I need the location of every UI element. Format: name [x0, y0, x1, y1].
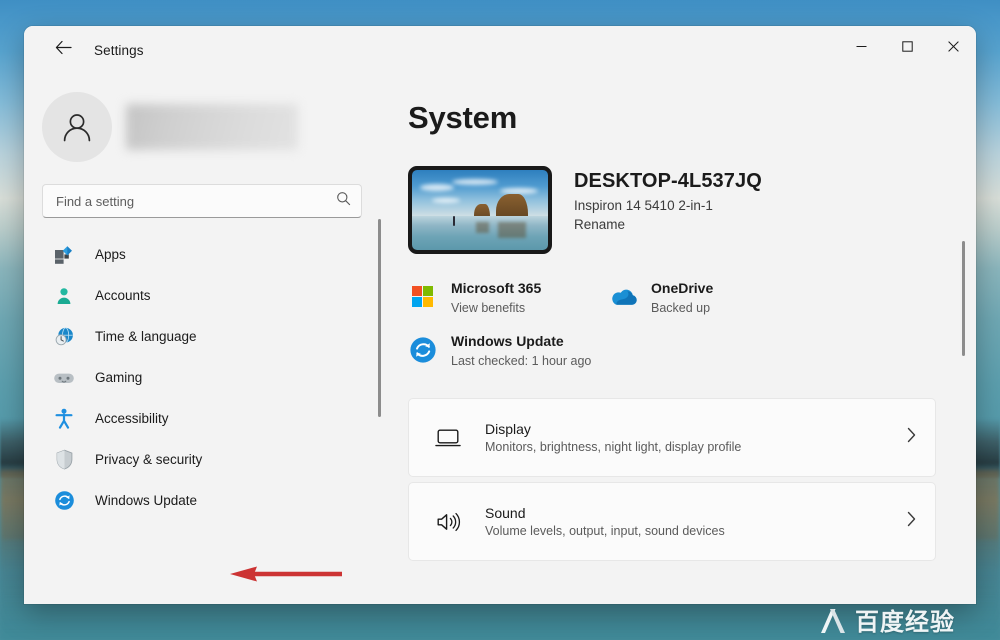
gaming-icon [51, 367, 77, 389]
sidebar-item-label: Time & language [95, 329, 197, 344]
close-icon [947, 40, 959, 52]
apps-icon [51, 244, 77, 266]
service-subtitle: Last checked: 1 hour ago [451, 354, 592, 368]
sidebar-item-label: Accounts [95, 288, 151, 303]
maximize-icon [901, 40, 913, 52]
settings-window: Settings Find a setting Apps Accounts Ti… [24, 26, 976, 604]
window-title: Settings [94, 42, 144, 58]
sidebar-item-apps[interactable]: Apps [42, 234, 362, 275]
maximize-button[interactable] [884, 26, 930, 66]
sidebar-item-label: Accessibility [95, 411, 169, 426]
microsoft-logo-icon [408, 282, 438, 312]
sidebar-item-time-language[interactable]: Time & language [42, 316, 362, 357]
sidebar-item-accounts[interactable]: Accounts [42, 275, 362, 316]
accounts-icon [51, 285, 77, 307]
windows-update-icon [51, 490, 77, 512]
shield-icon [51, 449, 77, 471]
device-model: Inspiron 14 5410 2-in-1 [574, 198, 713, 213]
caption-buttons [838, 26, 976, 74]
chevron-right-icon [905, 425, 918, 450]
card-subtitle: Volume levels, output, input, sound devi… [485, 524, 725, 538]
service-subtitle: View benefits [451, 301, 526, 315]
windows-update-icon [408, 335, 438, 365]
onedrive-cloud-icon [608, 282, 638, 312]
card-title: Display [485, 421, 531, 437]
search-input[interactable] [56, 193, 336, 209]
search-icon [336, 191, 351, 211]
desktop-wallpaper: Settings Find a setting Apps Accounts Ti… [0, 0, 1000, 640]
service-title: OneDrive [651, 280, 714, 296]
sidebar: Apps Accounts [24, 74, 386, 604]
card-subtitle: Monitors, brightness, night light, displ… [485, 440, 742, 454]
sidebar-item-gaming[interactable]: Gaming [42, 357, 362, 398]
avatar [42, 92, 112, 162]
device-wallpaper-thumbnail [408, 166, 552, 254]
settings-card-display[interactable]: Display Monitors, brightness, night ligh… [408, 398, 936, 477]
minimize-button[interactable] [838, 26, 884, 66]
page-title: System [408, 100, 518, 135]
minimize-icon [856, 45, 866, 47]
window-body: Apps Accounts [24, 74, 976, 604]
main-scrollbar[interactable] [959, 219, 969, 604]
account-name-redacted [126, 104, 298, 150]
sidebar-item-privacy-security[interactable]: Privacy & security [42, 439, 362, 480]
sidebar-item-windows-update[interactable]: Windows Update [42, 480, 362, 521]
sidebar-scrollbar[interactable] [374, 219, 384, 604]
sidebar-nav: Apps Accounts Time & language Gaming Acc… [24, 234, 386, 521]
back-button[interactable] [46, 35, 80, 65]
service-onedrive[interactable]: OneDrive Backed up [608, 280, 808, 315]
monitor-icon [431, 428, 465, 448]
service-title: Windows Update [451, 333, 564, 349]
settings-cards: Display Monitors, brightness, night ligh… [408, 398, 936, 561]
service-subtitle: Backed up [651, 301, 711, 315]
speaker-icon [431, 511, 465, 533]
service-windows-update[interactable]: Windows Update Last checked: 1 hour ago [408, 333, 591, 368]
sidebar-item-label: Apps [95, 247, 126, 262]
sidebar-item-accessibility[interactable]: Accessibility [42, 398, 362, 439]
title-bar: Settings [24, 26, 976, 74]
service-links: Microsoft 365 View benefits OneDrive Bac… [408, 280, 936, 368]
main-scrollbar-thumb[interactable] [962, 241, 965, 356]
account-profile[interactable] [42, 92, 386, 162]
time-language-icon [51, 326, 77, 348]
chevron-right-icon [905, 509, 918, 534]
sidebar-item-label: Gaming [95, 370, 143, 385]
sidebar-scrollbar-thumb[interactable] [378, 219, 381, 417]
service-microsoft-365[interactable]: Microsoft 365 View benefits [408, 280, 608, 315]
service-title: Microsoft 365 [451, 280, 542, 296]
search-box[interactable] [42, 184, 362, 218]
user-avatar-icon [63, 114, 91, 142]
card-title: Sound [485, 505, 526, 521]
sidebar-item-label: Windows Update [95, 493, 198, 508]
accessibility-icon [51, 408, 77, 430]
back-arrow-icon [55, 40, 72, 60]
settings-card-sound[interactable]: Sound Volume levels, output, input, soun… [408, 482, 936, 561]
main-content: System DESKTOP-4L537JQ Inspiron 14 5410 … [386, 74, 976, 604]
sidebar-item-label: Privacy & security [95, 452, 203, 467]
device-summary: DESKTOP-4L537JQ Inspiron 14 5410 2-in-1 … [408, 166, 936, 254]
close-button[interactable] [930, 26, 976, 66]
rename-link[interactable]: Rename [574, 217, 762, 232]
device-name: DESKTOP-4L537JQ [574, 170, 762, 192]
